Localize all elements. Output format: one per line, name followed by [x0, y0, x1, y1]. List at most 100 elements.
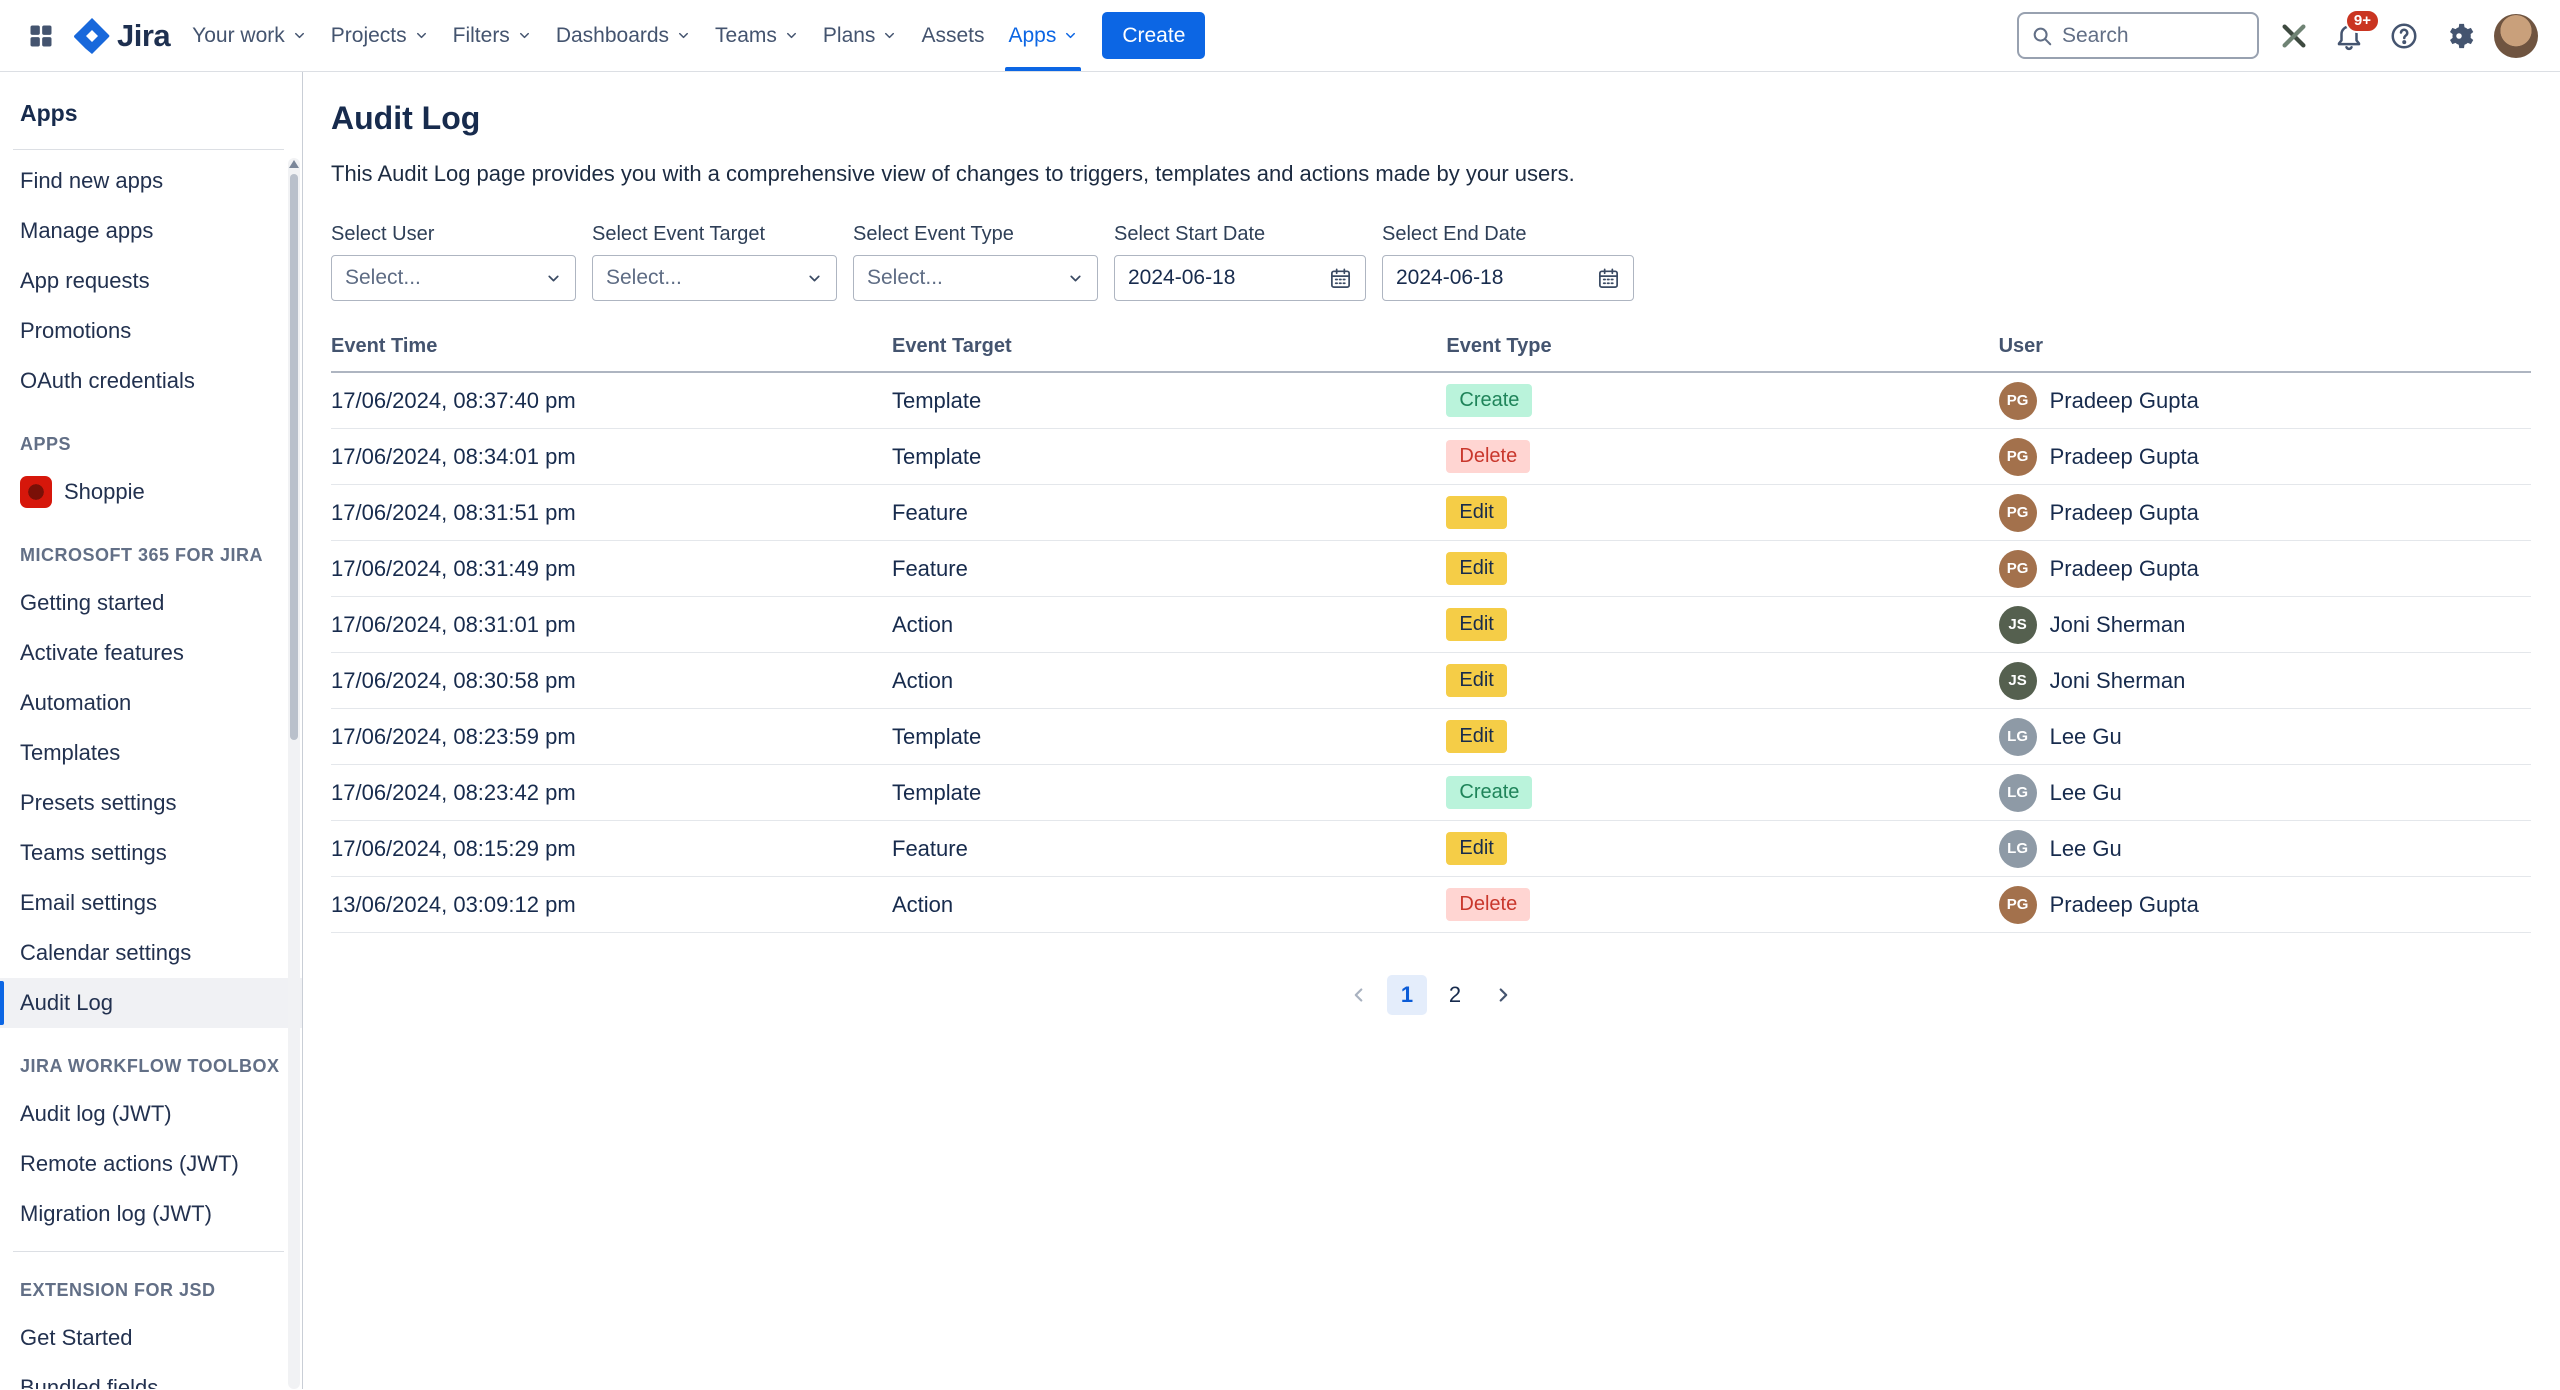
event-type-cell: Edit — [1446, 832, 1998, 865]
event-type-badge: Edit — [1446, 552, 1506, 585]
sidebar-item-label: OAuth credentials — [20, 368, 195, 394]
sidebar-item-automation[interactable]: Automation — [0, 678, 302, 728]
filter-bar: Select UserSelect... Select Event Target S… — [331, 223, 2531, 301]
sidebar-item-calendar-settings[interactable]: Calendar settings — [0, 928, 302, 978]
sidebar-item-getting-started[interactable]: Getting started — [0, 578, 302, 628]
nav-item-plans[interactable]: Plans — [811, 0, 910, 71]
column-header-event-type: Event Type — [1446, 335, 1998, 358]
pagination-page-2[interactable]: 2 — [1435, 975, 1475, 1015]
nav-item-filters[interactable]: Filters — [441, 0, 544, 71]
search-input[interactable] — [2062, 24, 2245, 48]
chevron-down-icon — [882, 28, 897, 43]
sidebar-item-label: App requests — [20, 268, 150, 294]
filter-label: Select Event Target — [592, 223, 837, 246]
settings-gear-icon[interactable] — [2439, 16, 2479, 56]
table-row: 17/06/2024, 08:37:40 pmTemplateCreatePGP… — [331, 373, 2531, 429]
select-dropdown-select-user[interactable]: Select... — [331, 255, 576, 301]
table-row: 17/06/2024, 08:23:59 pmTemplateEditLGLee… — [331, 709, 2531, 765]
sidebar-scrollbar[interactable] — [288, 158, 300, 1389]
sidebar-nav-list: Find new appsManage apps App requests Prom… — [0, 156, 302, 1389]
event-target-cell: Template — [892, 388, 1446, 414]
sidebar-item-label: Promotions — [20, 318, 131, 344]
date-input-select-end-date[interactable]: 2024-06-18 — [1382, 255, 1634, 301]
table-row: 17/06/2024, 08:34:01 pmTemplateDeletePGP… — [331, 429, 2531, 485]
filter-select-end-date: Select End Date 2024-06-18 — [1382, 223, 1634, 301]
event-target-cell: Template — [892, 444, 1446, 470]
create-button[interactable]: Create — [1102, 12, 1205, 59]
help-icon[interactable] — [2384, 16, 2424, 56]
user-cell: PGPradeep Gupta — [1999, 550, 2531, 588]
sidebar-item-templates[interactable]: Templates — [0, 728, 302, 778]
extension-icon[interactable] — [2274, 16, 2314, 56]
sidebar-item-remote-actions-jwt[interactable]: Remote actions (JWT) — [0, 1139, 302, 1189]
nav-item-projects[interactable]: Projects — [319, 0, 441, 71]
scrollbar-up-arrow-icon[interactable] — [289, 160, 299, 168]
pagination-next-icon[interactable] — [1483, 975, 1523, 1015]
notifications-bell-icon[interactable]: 9+ — [2329, 16, 2369, 56]
nav-item-your-work[interactable]: Your work — [180, 0, 319, 71]
table-row: 13/06/2024, 03:09:12 pmActionDeletePGPra… — [331, 877, 2531, 933]
sidebar-item-activate-features[interactable]: Activate features — [0, 628, 302, 678]
chevron-down-icon — [414, 28, 429, 43]
filter-select-start-date: Select Start Date 2024-06-18 — [1114, 223, 1366, 301]
sidebar-item-audit-log[interactable]: Audit Log — [0, 978, 302, 1028]
audit-log-page: Audit Log This Audit Log page provides y… — [303, 72, 2560, 1389]
jira-logo-icon — [74, 18, 110, 54]
user-cell: PGPradeep Gupta — [1999, 438, 2531, 476]
page-description: This Audit Log page provides you with a … — [331, 161, 2531, 187]
event-target-cell: Feature — [892, 556, 1446, 582]
filter-select-user: Select UserSelect... — [331, 223, 576, 301]
pagination: 12 — [331, 975, 2531, 1015]
column-header-event-target: Event Target — [892, 335, 1446, 358]
sidebar-item-find-new-apps[interactable]: Find new apps — [0, 156, 302, 206]
sidebar-section-extension-for-jsd: EXTENSION FOR JSD — [0, 1280, 302, 1301]
user-cell: PGPradeep Gupta — [1999, 382, 2531, 420]
event-target-cell: Feature — [892, 836, 1446, 862]
select-dropdown-select-event-target[interactable]: Select... — [592, 255, 837, 301]
user-avatar: LG — [1999, 774, 2037, 812]
nav-item-label: Your work — [192, 24, 285, 48]
user-avatar[interactable] — [2494, 14, 2538, 58]
sidebar-item-app-requests[interactable]: App requests — [0, 256, 302, 306]
sidebar-item-get-started[interactable]: Get Started — [0, 1313, 302, 1363]
filter-label: Select Start Date — [1114, 223, 1366, 246]
nav-item-label: Dashboards — [556, 24, 669, 48]
filter-label: Select End Date — [1382, 223, 1634, 246]
event-type-cell: Edit — [1446, 496, 1998, 529]
sidebar-item-promotions[interactable]: Promotions — [0, 306, 302, 356]
table-row: 17/06/2024, 08:31:49 pmFeatureEditPGPrad… — [331, 541, 2531, 597]
nav-item-apps[interactable]: Apps — [996, 0, 1090, 71]
app-switcher-icon[interactable] — [18, 0, 64, 71]
sidebar-item-teams-settings[interactable]: Teams settings — [0, 828, 302, 878]
date-value: 2024-06-18 — [1396, 266, 1503, 290]
search-box[interactable] — [2017, 12, 2259, 59]
chevron-down-icon — [806, 270, 823, 287]
user-avatar: JS — [1999, 606, 2037, 644]
nav-item-dashboards[interactable]: Dashboards — [544, 0, 703, 71]
jira-logo[interactable]: Jira — [64, 0, 180, 71]
apps-sidebar: Apps Find new appsManage appsApp request… — [0, 72, 303, 1389]
event-type-badge: Edit — [1446, 832, 1506, 865]
select-dropdown-select-event-type[interactable]: Select... — [853, 255, 1098, 301]
nav-item-assets[interactable]: Assets — [909, 0, 996, 71]
event-target-cell: Action — [892, 668, 1446, 694]
sidebar-item-shoppie[interactable]: Shoppie — [0, 467, 302, 517]
pagination-page-1[interactable]: 1 — [1387, 975, 1427, 1015]
sidebar-item-label: Bundled fields — [20, 1375, 158, 1389]
sidebar-item-migration-log-jwt[interactable]: Migration log (JWT) — [0, 1189, 302, 1239]
user-cell: JSJoni Sherman — [1999, 606, 2531, 644]
scrollbar-thumb[interactable] — [290, 174, 298, 740]
user-cell: LGLee Gu — [1999, 830, 2531, 868]
nav-item-label: Teams — [715, 24, 777, 48]
event-type-badge: Edit — [1446, 496, 1506, 529]
chevron-down-icon — [1063, 28, 1078, 43]
event-type-cell: Edit — [1446, 720, 1998, 753]
sidebar-item-oauth-credentials[interactable]: OAuth credentials — [0, 356, 302, 406]
sidebar-item-email-settings[interactable]: Email settings — [0, 878, 302, 928]
nav-item-teams[interactable]: Teams — [703, 0, 811, 71]
sidebar-item-bundled-fields[interactable]: Bundled fields — [0, 1363, 302, 1389]
sidebar-item-presets-settings[interactable]: Presets settings — [0, 778, 302, 828]
sidebar-item-audit-log-jwt[interactable]: Audit log (JWT) — [0, 1089, 302, 1139]
sidebar-item-manage-apps[interactable]: Manage apps — [0, 206, 302, 256]
date-input-select-start-date[interactable]: 2024-06-18 — [1114, 255, 1366, 301]
